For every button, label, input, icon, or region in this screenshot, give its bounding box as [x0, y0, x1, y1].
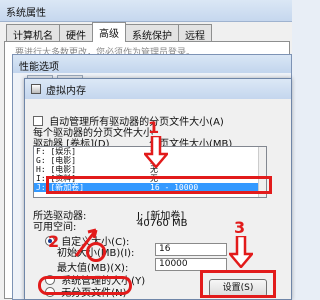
virtual-memory-title: 虚拟内存	[46, 85, 86, 97]
system-properties-tabs: 计算机名 硬件 高级 系统保护 远程	[6, 22, 212, 42]
annotation-arrow-down-1	[144, 136, 168, 168]
annotation-circle-max	[86, 242, 106, 262]
tab-system-protection[interactable]: 系统保护	[125, 24, 179, 42]
annotation-number-2: 2	[48, 232, 60, 251]
tab-hardware[interactable]: 硬件	[59, 24, 93, 42]
annotation-circle-no-paging	[38, 276, 132, 295]
system-properties-title: 系统属性	[0, 0, 292, 22]
annotation-box-set-button	[200, 270, 276, 298]
annotation-number-1: 1	[148, 118, 160, 137]
annotation-box-selected-drive	[46, 176, 272, 194]
annotation-number-3: 3	[234, 218, 246, 237]
virtual-memory-titlebar: 虚拟内存	[25, 79, 291, 99]
performance-options-title: 性能选项	[13, 55, 291, 73]
annotation-arrow-down-3	[229, 236, 253, 268]
tab-remote[interactable]: 远程	[178, 24, 212, 42]
initial-size-input[interactable]: 16	[155, 243, 227, 256]
tab-advanced[interactable]: 高级	[92, 22, 126, 42]
tab-computer-name[interactable]: 计算机名	[6, 24, 60, 42]
window-icon	[31, 84, 41, 94]
available-space-value: 40760 MB	[137, 218, 188, 229]
